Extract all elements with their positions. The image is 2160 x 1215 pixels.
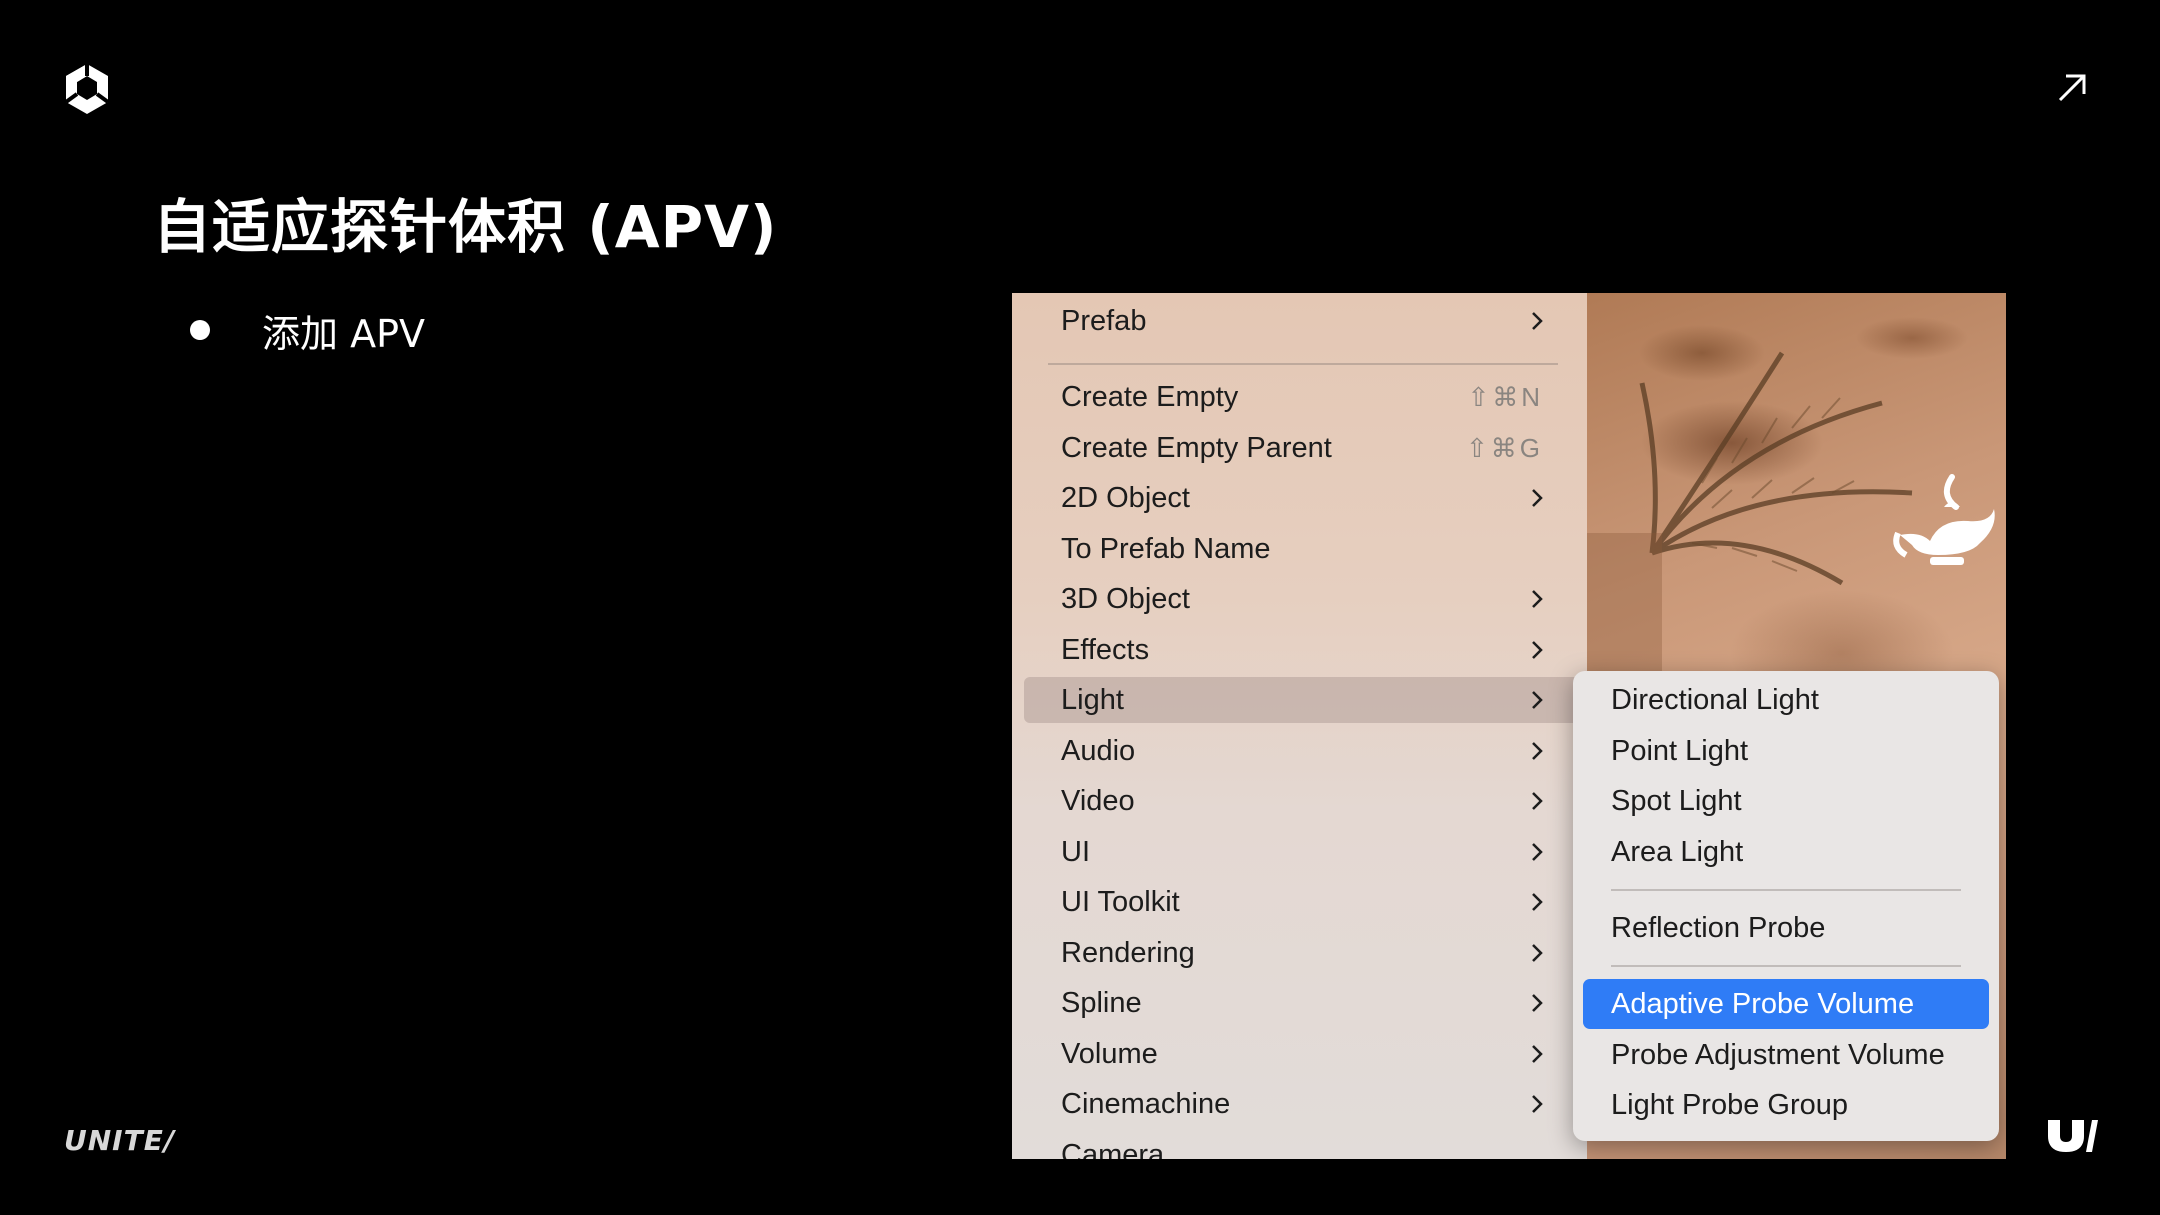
menu-item-ui[interactable]: UI	[1024, 829, 1579, 875]
submenu-item-light-probe-group[interactable]: Light Probe Group	[1583, 1082, 1989, 1128]
menu-item-label: Audio	[1061, 734, 1136, 767]
light-submenu: Directional Light Point Light Spot Light…	[1573, 671, 1999, 1141]
menu-item-camera[interactable]: Camera	[1024, 1132, 1579, 1160]
menu-item-prefab[interactable]: Prefab	[1024, 298, 1579, 344]
menu-item-label: 2D Object	[1061, 481, 1190, 514]
submenu-item-label: Point Light	[1611, 734, 1749, 767]
expand-arrow-icon[interactable]	[2056, 72, 2088, 104]
bullet-text: 添加 APV	[262, 311, 425, 356]
chevron-right-icon	[1532, 489, 1543, 507]
menu-item-cinemachine[interactable]: Cinemachine	[1024, 1081, 1579, 1127]
submenu-item-label: Probe Adjustment Volume	[1611, 1038, 1945, 1071]
menu-item-create-empty[interactable]: Create Empty ⇧⌘N	[1024, 374, 1579, 420]
submenu-item-label: Directional Light	[1611, 683, 1819, 716]
chevron-right-icon	[1532, 792, 1543, 810]
menu-item-label: Spline	[1061, 986, 1142, 1019]
submenu-item-area-light[interactable]: Area Light	[1583, 829, 1989, 875]
menu-item-audio[interactable]: Audio	[1024, 728, 1579, 774]
menu-item-label: UI Toolkit	[1061, 885, 1180, 918]
menu-item-shortcut: ⇧⌘N	[1467, 381, 1543, 412]
submenu-item-label: Area Light	[1611, 835, 1744, 868]
menu-item-light[interactable]: Light	[1024, 677, 1579, 723]
submenu-item-probe-adjustment-volume[interactable]: Probe Adjustment Volume	[1583, 1032, 1989, 1078]
menu-item-label: Prefab	[1061, 304, 1147, 337]
chevron-right-icon	[1532, 1095, 1543, 1113]
chevron-right-icon	[1532, 893, 1543, 911]
menu-item-shortcut: ⇧⌘G	[1465, 432, 1543, 463]
chevron-right-icon	[1532, 312, 1543, 330]
menu-item-label: Cinemachine	[1061, 1087, 1231, 1120]
submenu-item-spot-light[interactable]: Spot Light	[1583, 778, 1989, 824]
slide-title: 自适应探针体积 (APV)	[153, 193, 778, 261]
menu-item-label: Light	[1061, 683, 1124, 716]
unite-u-icon	[2048, 1120, 2098, 1152]
menu-separator	[1048, 363, 1558, 365]
menu-item-effects[interactable]: Effects	[1024, 627, 1579, 673]
bullet-item: 添加 APV	[190, 300, 425, 360]
chevron-right-icon	[1532, 994, 1543, 1012]
chevron-right-icon	[1532, 641, 1543, 659]
menu-item-label: Camera	[1061, 1138, 1165, 1160]
chevron-right-icon	[1532, 1045, 1543, 1063]
menu-item-to-prefab-name[interactable]: To Prefab Name	[1024, 526, 1579, 572]
submenu-item-label: Light Probe Group	[1611, 1088, 1848, 1121]
submenu-item-label: Spot Light	[1611, 784, 1742, 817]
menu-item-label: Effects	[1061, 633, 1150, 666]
menu-item-label: Video	[1061, 784, 1135, 817]
unity-logo-icon	[64, 64, 110, 114]
submenu-item-directional-light[interactable]: Directional Light	[1583, 677, 1989, 723]
genie-lamp-icon	[1893, 474, 1995, 565]
menu-item-2d-object[interactable]: 2D Object	[1024, 475, 1579, 521]
submenu-item-reflection-probe[interactable]: Reflection Probe	[1583, 905, 1989, 951]
menu-item-label: Volume	[1061, 1037, 1158, 1070]
menu-item-label: Create Empty	[1061, 380, 1239, 413]
editor-screenshot: Prefab Create Empty ⇧⌘N Create Empty Par…	[1012, 293, 2006, 1159]
menu-item-video[interactable]: Video	[1024, 778, 1579, 824]
submenu-item-label: Adaptive Probe Volume	[1611, 987, 1915, 1020]
chevron-right-icon	[1532, 944, 1543, 962]
chevron-right-icon	[1532, 843, 1543, 861]
menu-separator	[1611, 889, 1961, 891]
chevron-right-icon	[1532, 590, 1543, 608]
menu-item-label: 3D Object	[1061, 582, 1190, 615]
submenu-item-adaptive-probe-volume[interactable]: Adaptive Probe Volume	[1583, 979, 1989, 1029]
bullet-dot	[190, 320, 210, 340]
chevron-right-icon	[1532, 742, 1543, 760]
menu-item-label: Create Empty Parent	[1061, 431, 1332, 464]
chevron-right-icon	[1532, 691, 1543, 709]
menu-separator	[1611, 965, 1961, 967]
menu-item-3d-object[interactable]: 3D Object	[1024, 576, 1579, 622]
context-menu: Prefab Create Empty ⇧⌘N Create Empty Par…	[1012, 293, 1587, 1159]
menu-item-volume[interactable]: Volume	[1024, 1031, 1579, 1077]
unite-wordmark: UNITE/	[64, 1124, 176, 1157]
submenu-item-point-light[interactable]: Point Light	[1583, 728, 1989, 774]
submenu-item-label: Reflection Probe	[1611, 911, 1826, 944]
menu-item-label: Rendering	[1061, 936, 1195, 969]
menu-item-spline[interactable]: Spline	[1024, 980, 1579, 1026]
menu-item-create-empty-parent[interactable]: Create Empty Parent ⇧⌘G	[1024, 425, 1579, 471]
menu-item-label: To Prefab Name	[1061, 532, 1271, 565]
menu-item-ui-toolkit[interactable]: UI Toolkit	[1024, 879, 1579, 925]
menu-item-label: UI	[1061, 835, 1090, 868]
menu-item-rendering[interactable]: Rendering	[1024, 930, 1579, 976]
